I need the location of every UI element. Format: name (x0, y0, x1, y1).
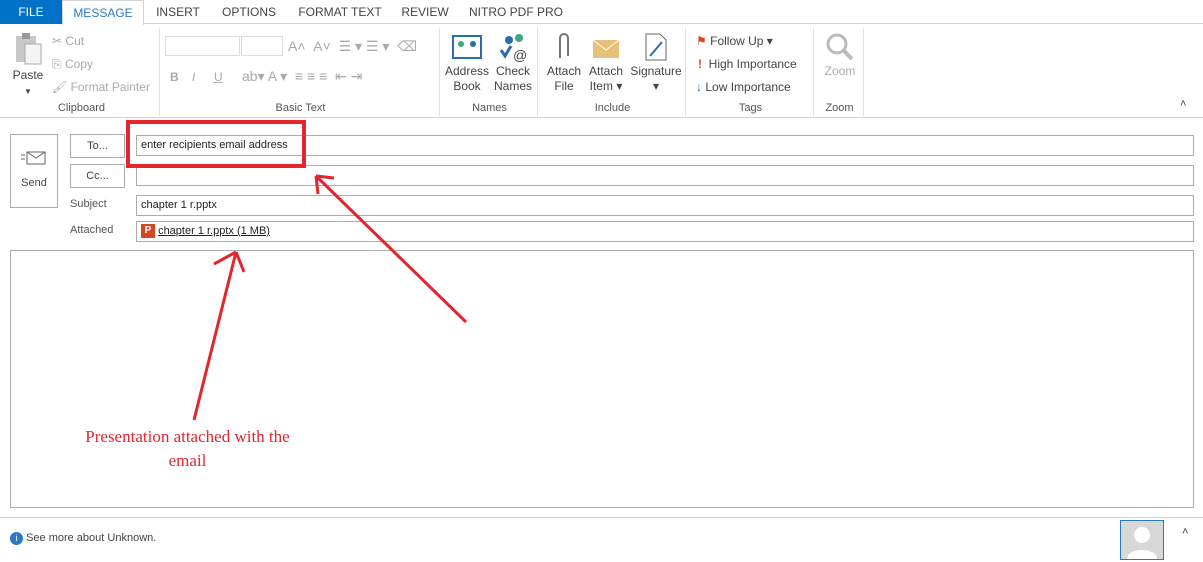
arrow-to-attachment (192, 250, 246, 421)
annotation-arrows (192, 174, 468, 421)
annotation-text: Presentation attached with the email (85, 427, 290, 470)
see-more-link[interactable]: i See more about Unknown. (10, 532, 156, 545)
people-pane: i See more about Unknown. ˄ (0, 517, 1203, 560)
info-icon: i (10, 532, 23, 545)
expand-people-pane-icon[interactable]: ˄ (1182, 526, 1188, 538)
avatar[interactable] (1120, 520, 1164, 560)
person-icon (1127, 527, 1157, 559)
arrow-to-recipient (314, 174, 468, 324)
